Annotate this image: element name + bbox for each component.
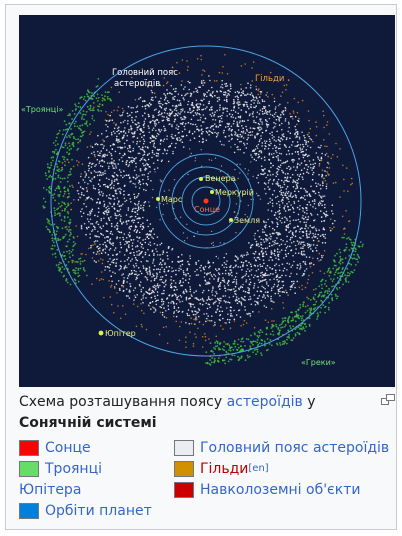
jupiter-label: Юпітер	[105, 329, 136, 338]
caption-text-1: Схема розташування поясу	[19, 394, 227, 410]
mars-marker	[156, 197, 160, 201]
legend-link-hildas[interactable]: Гільди	[200, 461, 248, 477]
legend-item-jupiter: Юпітера	[19, 480, 81, 500]
mercury-label: Меркурій	[215, 188, 254, 197]
sun-marker	[203, 198, 209, 204]
legend-swatch-orbits	[19, 503, 39, 519]
legend: Сонце Троянці Юпітера Орбіти планет Голо…	[19, 438, 395, 528]
diagram-svg: Головний пояс астероїдів Гільди «Троянці…	[19, 15, 395, 387]
legend-link-main-belt[interactable]: Головний пояс астероїдів	[200, 440, 389, 456]
legend-swatch-hildas	[174, 461, 194, 477]
legend-link-sun[interactable]: Сонце	[45, 440, 91, 456]
trojans-label: «Троянці»	[21, 105, 63, 114]
legend-link-jupiter[interactable]: Юпітера	[19, 482, 81, 498]
legend-item-main-belt: Головний пояс астероїдів	[174, 438, 389, 458]
legend-link-trojans[interactable]: Троянці	[45, 461, 102, 477]
mars-label: Марс	[161, 195, 182, 204]
main-belt-label-1: Головний пояс	[112, 68, 178, 78]
main-belt-label-2: астероїдів	[114, 79, 160, 89]
legend-item-hildas: Гільди [en]	[174, 459, 269, 479]
caption-text-2: у	[302, 394, 316, 410]
legend-item-trojans: Троянці	[19, 459, 102, 479]
legend-link-orbits[interactable]: Орбіти планет	[45, 503, 152, 519]
figure-caption: Схема розташування поясу астероїдів у Со…	[19, 392, 395, 434]
legend-link-hildas-en[interactable]: [en]	[248, 463, 268, 474]
legend-swatch-sun	[19, 440, 39, 456]
legend-item-neo: Навколоземні об'єкти	[174, 480, 360, 500]
asteroid-belt-diagram[interactable]: Головний пояс астероїдів Гільди «Троянці…	[19, 15, 395, 387]
caption-link-asteroids[interactable]: астероїдів	[227, 394, 303, 410]
earth-marker	[229, 218, 233, 222]
enlarge-icon[interactable]	[381, 394, 395, 406]
sun-label: Сонце	[194, 205, 220, 214]
venus-label: Венера	[205, 174, 236, 183]
legend-swatch-neo	[174, 482, 194, 498]
caption-bold: Сонячній системі	[19, 415, 157, 431]
venus-marker	[199, 177, 203, 181]
thumbnail-frame: Головний пояс астероїдів Гільди «Троянці…	[5, 4, 397, 530]
legend-item-sun: Сонце	[19, 438, 91, 458]
legend-swatch-trojans	[19, 461, 39, 477]
hildas-label: Гільди	[255, 74, 284, 84]
greeks-label: «Греки»	[301, 358, 336, 367]
mercury-marker	[210, 190, 214, 194]
legend-item-orbits: Орбіти планет	[19, 501, 152, 521]
jupiter-marker	[98, 330, 104, 336]
earth-label: Земля	[234, 216, 260, 225]
legend-link-neo[interactable]: Навколоземні об'єкти	[200, 482, 360, 498]
legend-swatch-main-belt	[174, 440, 194, 456]
